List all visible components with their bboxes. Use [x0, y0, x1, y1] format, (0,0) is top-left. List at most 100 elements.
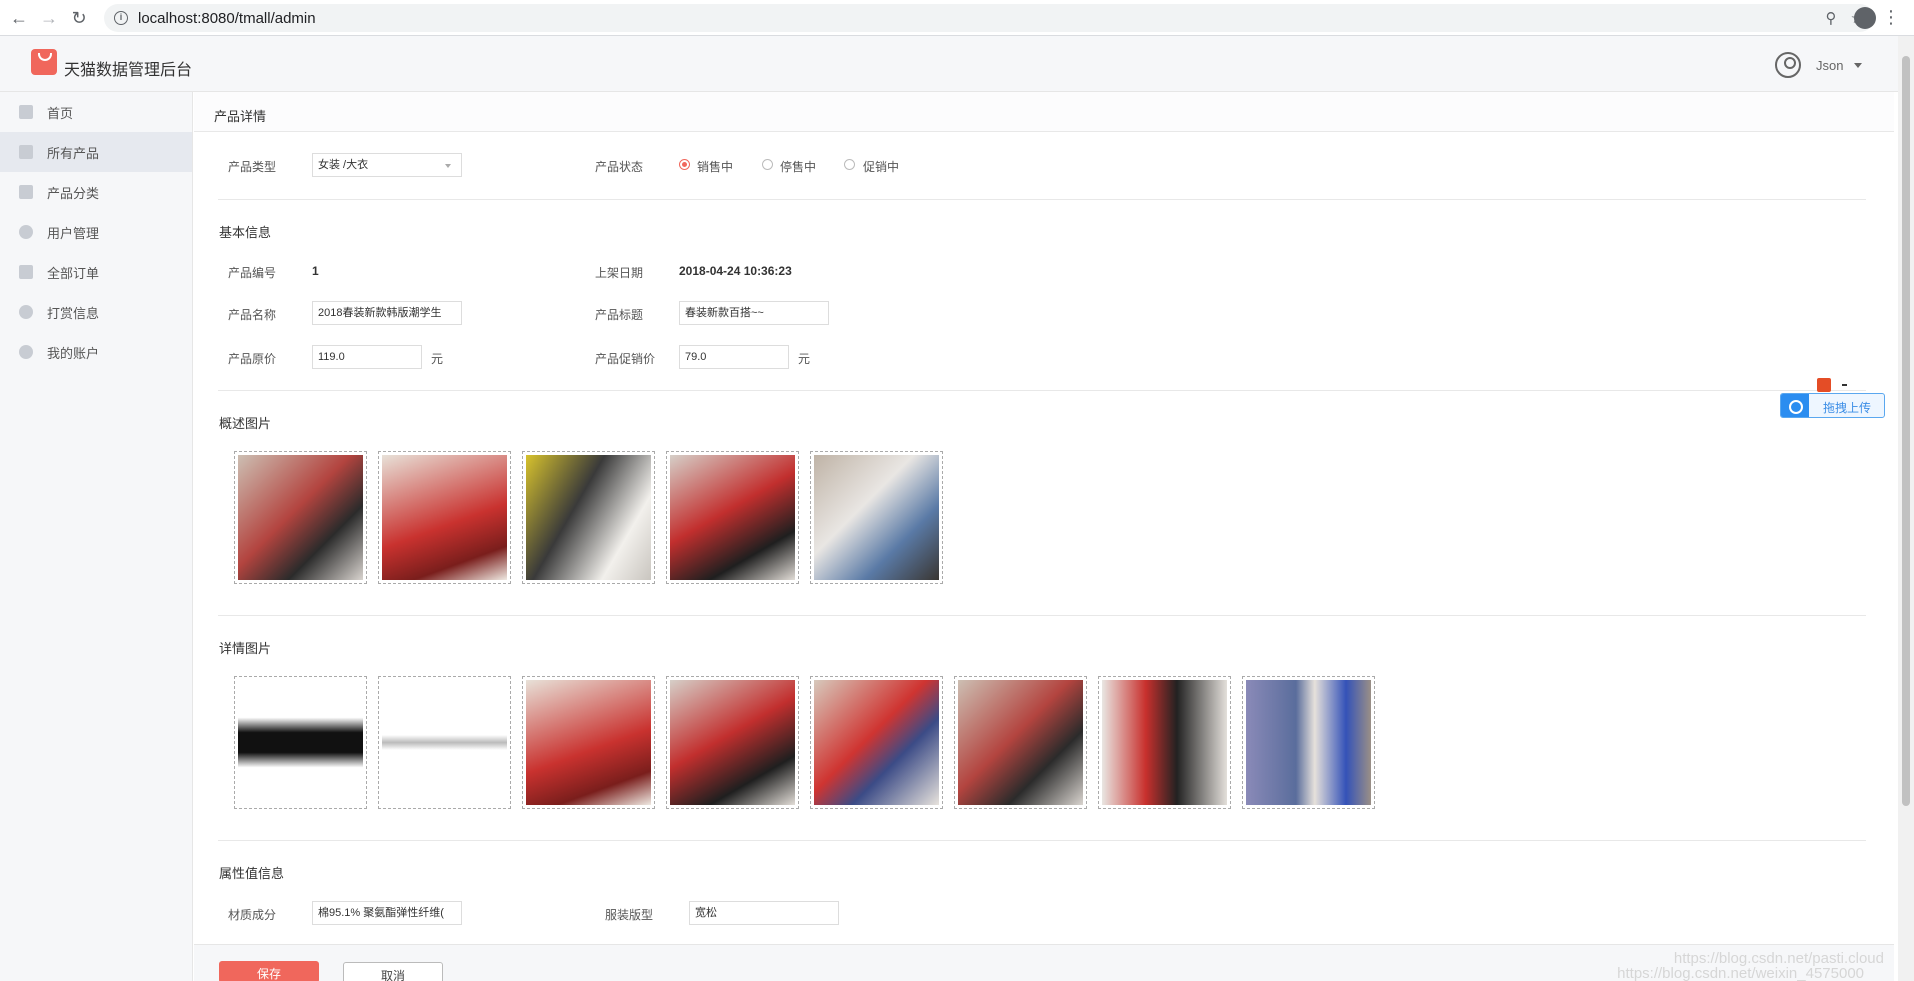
- sidebar-item-categories[interactable]: 产品分类: [0, 172, 192, 212]
- forward-icon[interactable]: →: [38, 7, 60, 29]
- type-select-value: 女装 /大衣: [318, 159, 369, 171]
- reward-icon: [19, 305, 33, 319]
- material-label: 材质成分: [228, 908, 277, 922]
- detail-image[interactable]: [234, 676, 367, 809]
- detail-images-title: 详情图片: [219, 641, 272, 656]
- scrollbar[interactable]: [1898, 36, 1914, 981]
- material-input[interactable]: 棉95.1% 聚氨酯弹性纤维(: [312, 901, 462, 925]
- price-input[interactable]: 119.0: [312, 345, 422, 369]
- basic-info-title: 基本信息: [219, 225, 272, 240]
- gear-icon: [19, 345, 33, 359]
- shopping-bag-icon: [31, 49, 57, 75]
- sidebar-item-account[interactable]: 我的账户: [0, 332, 192, 372]
- status-label: 产品状态: [595, 160, 644, 174]
- key-icon[interactable]: ⚲: [1826, 9, 1837, 27]
- upload-badge[interactable]: 拖拽上传: [1780, 393, 1885, 418]
- fit-input[interactable]: 宽松: [689, 901, 839, 925]
- info-icon[interactable]: i: [114, 11, 128, 25]
- promo-price-label: 产品促销价: [595, 352, 656, 366]
- type-label: 产品类型: [228, 160, 277, 174]
- upload-badge-label: 拖拽上传: [1823, 401, 1872, 415]
- page-header: 产品详情: [194, 92, 1894, 132]
- subtitle-label: 产品标题: [595, 308, 644, 322]
- detail-image[interactable]: [954, 676, 1087, 809]
- chevron-down-icon: [445, 164, 451, 168]
- save-button[interactable]: 保存: [219, 961, 319, 981]
- status-radio-label: 停售中: [780, 160, 817, 174]
- subtitle-input[interactable]: 春装新款百搭~~: [679, 301, 829, 325]
- reload-icon[interactable]: ↻: [68, 7, 90, 29]
- sidebar-item-label: 产品分类: [47, 185, 100, 201]
- sidebar-item-products[interactable]: 所有产品: [0, 132, 192, 172]
- address-bar[interactable]: i localhost:8080/tmall/admin ⚲ ☆: [104, 4, 1874, 32]
- sidebar-item-label: 所有产品: [47, 145, 100, 161]
- sidebar-item-users[interactable]: 用户管理: [0, 212, 192, 252]
- profile-icon[interactable]: [1854, 7, 1876, 29]
- type-select[interactable]: 女装 /大衣: [312, 153, 462, 177]
- id-value: 1: [312, 264, 319, 278]
- divider: [218, 615, 1866, 616]
- sidebar-item-label: 打赏信息: [47, 305, 100, 321]
- detail-image[interactable]: [522, 676, 655, 809]
- sidebar-item-label: 全部订单: [47, 265, 100, 281]
- detail-image[interactable]: [1098, 676, 1231, 809]
- sidebar-item-label: 首页: [47, 105, 74, 121]
- detail-image[interactable]: [378, 676, 511, 809]
- product-icon: [19, 145, 33, 159]
- summary-image[interactable]: [522, 451, 655, 584]
- status-radio-selling[interactable]: [679, 159, 690, 170]
- status-radio-stopped[interactable]: [762, 159, 773, 170]
- summary-image[interactable]: [810, 451, 943, 584]
- user-icon: [19, 225, 33, 239]
- attributes-title: 属性值信息: [219, 866, 285, 881]
- page-title: 产品详情: [214, 109, 267, 124]
- html5-icon: [1817, 378, 1831, 392]
- sidebar-item-label: 用户管理: [47, 225, 100, 241]
- status-radio-promo[interactable]: [844, 159, 855, 170]
- home-icon: [19, 105, 33, 119]
- status-radio-label: 销售中: [697, 160, 734, 174]
- summary-images-title: 概述图片: [219, 416, 272, 431]
- clipboard-icon: [19, 265, 33, 279]
- summary-image[interactable]: [234, 451, 367, 584]
- divider: [218, 390, 1866, 391]
- detail-image[interactable]: [666, 676, 799, 809]
- summary-image[interactable]: [378, 451, 511, 584]
- watermark-text: https://blog.csdn.net/weixin_4575000: [1617, 965, 1864, 981]
- url-text[interactable]: localhost:8080/tmall/admin: [138, 10, 316, 27]
- cancel-button[interactable]: 取消: [343, 962, 443, 981]
- sidebar-item-home[interactable]: 首页: [0, 92, 192, 132]
- status-radio-label: 促销中: [863, 160, 900, 174]
- grid-icon: [19, 185, 33, 199]
- date-value: 2018-04-24 10:36:23: [679, 264, 792, 278]
- cloud-upload-icon: [1781, 394, 1809, 417]
- summary-image[interactable]: [666, 451, 799, 584]
- detail-image[interactable]: [810, 676, 943, 809]
- user-name[interactable]: Json: [1816, 58, 1843, 73]
- price-label: 产品原价: [228, 352, 277, 366]
- promo-price-unit: 元: [798, 352, 811, 366]
- browser-toolbar: ← → ↻ i localhost:8080/tmall/admin ⚲ ☆ ⋮: [0, 0, 1914, 36]
- app-header: 天猫数据管理后台 Json: [0, 36, 1914, 92]
- name-input[interactable]: 2018春装新款韩版潮学生: [312, 301, 462, 325]
- date-label: 上架日期: [595, 266, 644, 280]
- user-avatar-icon[interactable]: [1775, 52, 1801, 78]
- caret-down-icon[interactable]: [1854, 63, 1862, 68]
- divider: [218, 199, 1866, 200]
- menu-dots-icon[interactable]: ⋮: [1882, 6, 1900, 28]
- id-label: 产品编号: [228, 266, 277, 280]
- detail-image[interactable]: [1242, 676, 1375, 809]
- dash-icon: [1842, 384, 1847, 386]
- sidebar-item-orders[interactable]: 全部订单: [0, 252, 192, 292]
- price-unit: 元: [431, 352, 444, 366]
- app-title: 天猫数据管理后台: [64, 62, 193, 79]
- scrollbar-thumb[interactable]: [1902, 56, 1910, 806]
- sidebar-item-rewards[interactable]: 打赏信息: [0, 292, 192, 332]
- promo-price-input[interactable]: 79.0: [679, 345, 789, 369]
- name-label: 产品名称: [228, 308, 277, 322]
- fit-label: 服装版型: [605, 908, 654, 922]
- sidebar: 首页 所有产品 产品分类 用户管理 全部订单 打赏信息 我的账户: [0, 92, 193, 981]
- back-icon[interactable]: ←: [8, 7, 30, 29]
- divider: [218, 840, 1866, 841]
- sidebar-item-label: 我的账户: [47, 345, 100, 361]
